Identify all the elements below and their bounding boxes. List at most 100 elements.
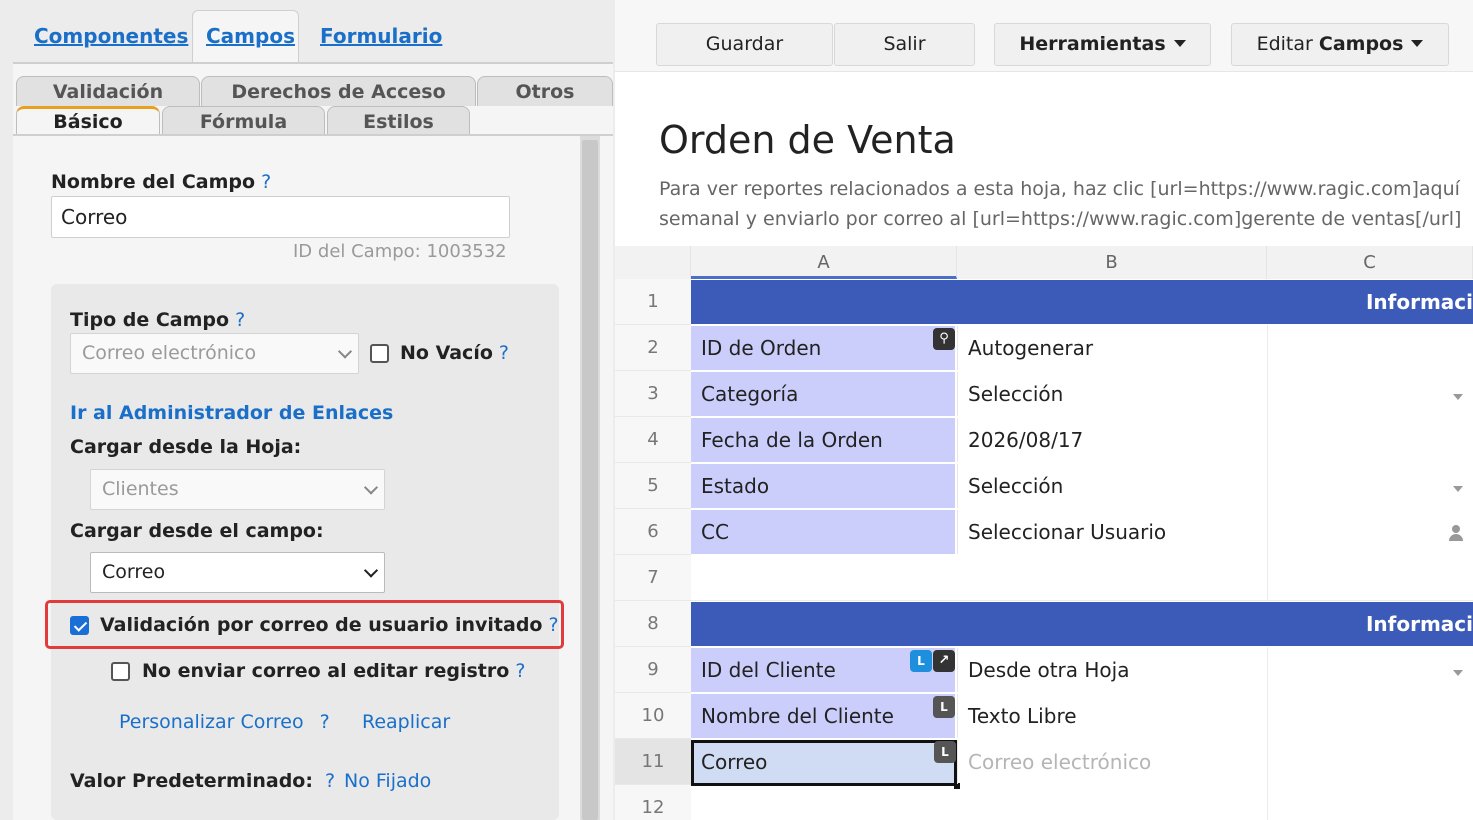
dropdown-arrow-icon[interactable] [1453,670,1463,676]
tab-formulario[interactable]: Formulario [320,24,442,48]
subtab-validacion[interactable]: Validación [16,76,200,106]
field-label-cell[interactable]: Categoría [691,372,957,416]
subtab-otros[interactable]: Otros [477,76,613,106]
caret-down-icon [1411,40,1424,47]
section-header[interactable]: Informaci [691,280,1473,324]
grid-line [1267,555,1268,601]
not-empty-checkbox[interactable] [370,344,389,363]
help-icon[interactable]: ? [320,711,330,733]
field-label-cell[interactable]: ID de Orden [691,326,957,370]
row-number[interactable]: 8 [615,601,691,647]
link-badge-icon: L [933,696,955,718]
row-number[interactable]: 7 [615,555,691,601]
field-value-cell[interactable]: 2026/08/17 [957,418,1473,462]
link-badge-icon: L [910,650,932,672]
empty-row [691,555,1473,601]
edit-fields-menu-button[interactable]: Editar Campos [1231,23,1449,66]
field-label-cell[interactable]: CC [691,510,957,554]
sheet-description-line1: Para ver reportes relacionados a esta ho… [659,178,1460,200]
load-from-field-label: Cargar desde el campo: [70,520,324,542]
app-window: Componentes Campos Formulario Validación… [0,0,1473,820]
field-id-text: ID del Campo: 1003532 [293,241,507,262]
load-from-field-select[interactable]: Correo [90,552,385,593]
guest-validation-checkbox[interactable] [70,616,89,635]
link-manager-link[interactable]: Ir al Administrador de Enlaces [70,402,393,424]
external-link-icon: ↗ [933,650,955,672]
row-number[interactable]: 11 [615,739,691,785]
row-number[interactable]: 2 [615,325,691,371]
help-icon[interactable]: ? [499,342,509,364]
save-button[interactable]: Guardar [656,23,833,66]
subtab-estilos[interactable]: Estilos [327,106,470,136]
field-name-label: Nombre del Campo? [51,171,272,193]
default-value-link[interactable]: No Fijado [344,770,431,792]
field-name-input[interactable]: Correo [51,196,510,238]
sheet-description-line2: semanal y enviarlo por correo al [url=ht… [659,208,1462,230]
no-send-email-label: No enviar correo al editar registro? [142,660,526,682]
help-icon[interactable]: ? [261,171,271,193]
link-badge-icon: L [934,741,956,763]
no-send-email-checkbox[interactable] [111,662,130,681]
field-type-label: Tipo de Campo? [70,309,246,331]
section-header[interactable]: Informaci [691,602,1473,646]
subtab-derechos-acceso[interactable]: Derechos de Acceso [201,76,476,106]
tools-menu-button[interactable]: Herramientas [994,23,1211,66]
row-number[interactable]: 1 [615,279,691,325]
load-from-sheet-select[interactable]: Clientes [90,469,385,510]
help-icon[interactable]: ? [548,614,558,636]
field-label-cell[interactable]: Fecha de la Orden [691,418,957,462]
field-value-cell[interactable]: Selección [957,372,1473,416]
field-value-cell[interactable]: Desde otra Hoja [957,648,1473,692]
sheet-design-view: Guardar Salir Herramientas Editar Campos… [615,0,1473,820]
sheet-grid: A B C 1 2 3 4 5 6 7 8 9 10 11 12 Informa… [615,246,1473,820]
dropdown-arrow-icon[interactable] [1453,394,1463,400]
field-value-cell[interactable]: Texto Libre [957,694,1473,738]
subtab-formula[interactable]: Fórmula [162,106,325,136]
default-value-label: Valor Predeterminado:? [70,770,336,792]
scrollbar-thumb[interactable] [582,140,598,820]
customize-email-link[interactable]: Personalizar Correo? [119,711,330,733]
field-settings-panel: Componentes Campos Formulario Validación… [0,0,615,820]
help-icon[interactable]: ? [325,770,335,792]
row-number[interactable]: 10 [615,693,691,739]
row-number[interactable]: 9 [615,647,691,693]
help-icon[interactable]: ? [515,660,525,682]
tab-componentes[interactable]: Componentes [34,24,188,48]
column-header-c[interactable]: C [1267,246,1473,279]
not-empty-label: No Vacío? [400,342,509,364]
column-header-a[interactable]: A [691,246,957,279]
field-value-cell[interactable]: Correo electrónico [957,740,1473,784]
guest-validation-label: Validación por correo de usuario invitad… [100,614,559,636]
tab-campos[interactable]: Campos [206,24,295,48]
help-icon[interactable]: ? [235,309,245,331]
grid-corner [615,246,691,279]
chevron-down-icon [337,343,353,359]
load-from-sheet-label: Cargar desde la Hoja: [70,436,302,458]
selected-field-label-cell[interactable]: Correo [691,740,957,786]
field-type-select[interactable]: Correo electrónico [70,333,359,374]
dropdown-arrow-icon[interactable] [1453,486,1463,492]
row-number[interactable]: 3 [615,371,691,417]
exit-button[interactable]: Salir [834,23,975,66]
user-icon[interactable] [1449,525,1463,541]
subtab-basico[interactable]: Básico [16,106,160,136]
row-number[interactable]: 6 [615,509,691,555]
grid-line [1267,785,1268,820]
reapply-link[interactable]: Reaplicar [362,711,450,733]
field-value-cell[interactable]: Seleccionar Usuario [957,510,1473,554]
column-header-b[interactable]: B [957,246,1267,279]
key-icon: ⚲ [933,328,955,350]
toolbar: Guardar Salir Herramientas Editar Campos [615,0,1473,72]
field-label-cell[interactable]: Nombre del Cliente [691,694,957,738]
chevron-down-icon [363,562,379,578]
row-number[interactable]: 5 [615,463,691,509]
row-number[interactable]: 12 [615,785,691,820]
caret-down-icon [1173,40,1186,47]
row-number[interactable]: 4 [615,417,691,463]
chevron-down-icon [363,479,379,495]
page-title: Orden de Venta [659,118,956,162]
field-value-cell[interactable]: Selección [957,464,1473,508]
empty-row [691,785,1473,820]
field-label-cell[interactable]: Estado [691,464,957,508]
field-value-cell[interactable]: Autogenerar [957,326,1473,370]
